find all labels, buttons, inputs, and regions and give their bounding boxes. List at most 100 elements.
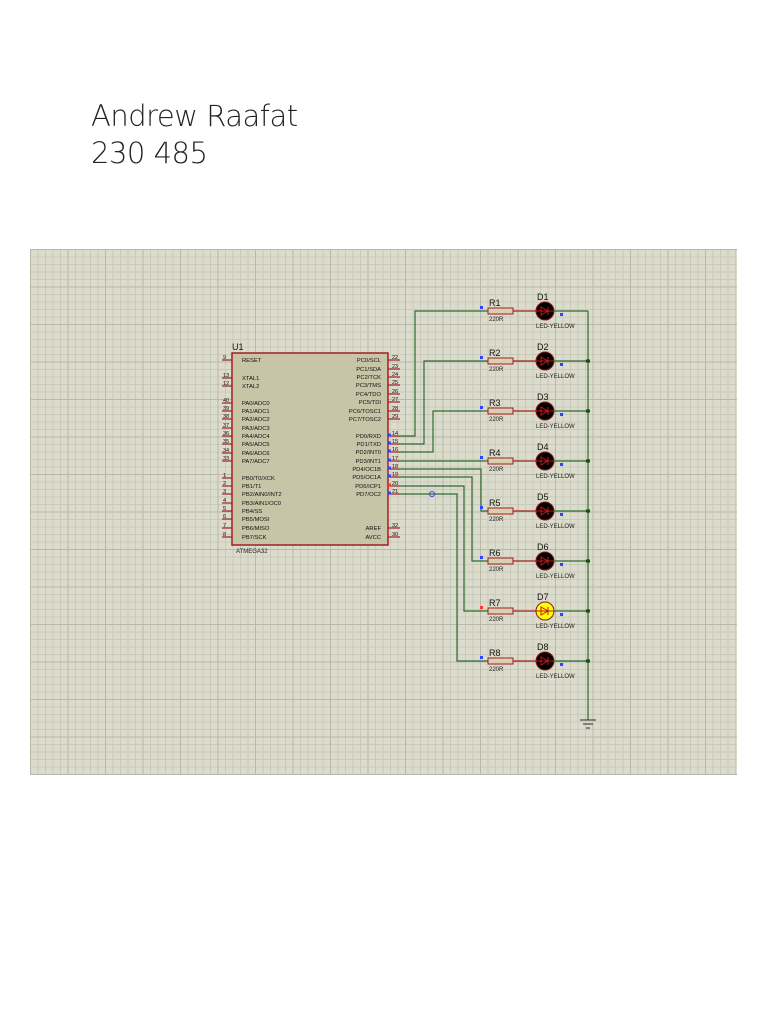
pin-name: PB5/MOSI: [242, 517, 270, 523]
resistor-label: R2: [489, 348, 501, 358]
pin-number: 19: [392, 472, 398, 478]
resistor-value: 220R: [489, 417, 504, 423]
wire: [400, 468, 488, 512]
pin-name: AREF: [366, 526, 382, 532]
pin-number: 34: [223, 448, 229, 454]
led-label: D8: [537, 642, 549, 652]
pin-number: 20: [392, 481, 398, 487]
logic-state-marker: [388, 474, 391, 478]
logic-state-marker: [480, 556, 483, 559]
led-label: D1: [537, 292, 549, 302]
logic-state-marker: [560, 313, 563, 316]
pin-number: 35: [223, 439, 229, 445]
logic-state-marker: [560, 663, 563, 666]
led-type: LED-YELLOW: [536, 324, 575, 330]
chip-ref: U1: [232, 342, 244, 352]
resistor-value: 220R: [489, 517, 504, 523]
pin-number: 40: [223, 398, 229, 404]
resistor-label: R3: [489, 398, 501, 408]
pin-number: 9: [223, 355, 226, 361]
wire: [400, 493, 488, 662]
pin-number: 17: [392, 456, 398, 462]
resistor-r7: [487, 607, 514, 615]
pin-name: PC4/TDO: [356, 392, 382, 398]
pin-name: PA0/ADC0: [242, 401, 270, 407]
resistor-r8: [487, 657, 514, 665]
logic-state-marker: [560, 413, 563, 416]
pin-name: PC3/TMS: [356, 383, 381, 389]
logic-state-marker: [388, 491, 391, 495]
pin-name: XTAL2: [242, 384, 259, 390]
pin-number: 30: [392, 532, 398, 538]
led-type: LED-YELLOW: [536, 624, 575, 630]
logic-state-marker: [560, 613, 563, 616]
resistor-label: R7: [489, 598, 501, 608]
led-type: LED-YELLOW: [536, 424, 575, 430]
pin-number: 16: [392, 447, 398, 453]
pin-name: PB4/SS: [242, 509, 262, 515]
pin-name: PB6/MISO: [242, 526, 270, 532]
pin-name: PC1/SDA: [356, 367, 381, 373]
wire: [400, 476, 488, 562]
resistor-value: 220R: [489, 567, 504, 573]
pin-name: PC0/SCL: [357, 358, 382, 364]
pin-name: PD1/TXD: [357, 442, 381, 448]
led-label: D5: [537, 492, 549, 502]
pin-name: PA5/ADC5: [242, 442, 270, 448]
resistor-label: R5: [489, 498, 501, 508]
resistor-value: 220R: [489, 317, 504, 323]
pin-number: 6: [223, 514, 226, 520]
logic-state-marker: [560, 363, 563, 366]
led-type: LED-YELLOW: [536, 574, 575, 580]
pin-name: PA4/ADC4: [242, 434, 270, 440]
pin-number: 24: [392, 372, 398, 378]
pin-number: 26: [392, 389, 398, 395]
pin-number: 15: [392, 439, 398, 445]
pin-name: PD4/OC1B: [352, 467, 381, 473]
pin-number: 14: [392, 431, 398, 437]
pin-number: 13: [223, 373, 229, 379]
pin-name: PD5/OC1A: [352, 475, 381, 481]
schematic-drawing: U1ATMEGA329 RESET13 XTAL112 XTAL240 PA0/ADC0…: [222, 292, 596, 729]
pin-name: PC5/TDI: [359, 400, 382, 406]
logic-state-marker: [388, 433, 391, 437]
resistor-value: 220R: [489, 667, 504, 673]
logic-state-marker: [560, 513, 563, 516]
pin-name: PA6/ADC6: [242, 451, 270, 457]
logic-state-marker: [388, 483, 391, 487]
led-type: LED-YELLOW: [536, 524, 575, 530]
led-label: D6: [537, 542, 549, 552]
pin-number: 33: [223, 456, 229, 462]
led-type: LED-YELLOW: [536, 674, 575, 680]
pin-number: 7: [223, 523, 226, 529]
pin-number: 12: [223, 381, 229, 387]
led-label: D7: [537, 592, 549, 602]
resistor-r4: [487, 457, 514, 465]
logic-state-marker: [480, 606, 483, 609]
pin-number: 3: [223, 489, 226, 495]
logic-state-marker: [480, 406, 483, 409]
resistor-r6: [487, 557, 514, 565]
wire: [400, 410, 488, 453]
pin-name: PD6/ICP1: [355, 484, 381, 490]
led-type: LED-YELLOW: [536, 474, 575, 480]
pin-number: 36: [223, 431, 229, 437]
led-label: D4: [537, 442, 549, 452]
led-type: LED-YELLOW: [536, 374, 575, 380]
pin-number: 8: [223, 532, 226, 538]
resistor-label: R6: [489, 548, 501, 558]
pin-number: 4: [223, 498, 226, 504]
pin-number: 27: [392, 397, 398, 403]
pin-name: AVCC: [365, 535, 381, 541]
pin-name: PD2/INT0: [356, 450, 381, 456]
logic-state-marker: [560, 463, 563, 466]
pin-name: PC7/TOSC2: [349, 417, 381, 423]
logic-state-marker: [480, 506, 483, 509]
pin-name: PA7/ADC7: [242, 459, 270, 465]
chip-part: ATMEGA32: [236, 549, 268, 555]
pin-name: PA1/ADC1: [242, 409, 270, 415]
pin-number: 29: [392, 414, 398, 420]
pin-number: 5: [223, 506, 226, 512]
pin-name: PB7/SCK: [242, 535, 267, 541]
pin-number: 28: [392, 406, 398, 412]
